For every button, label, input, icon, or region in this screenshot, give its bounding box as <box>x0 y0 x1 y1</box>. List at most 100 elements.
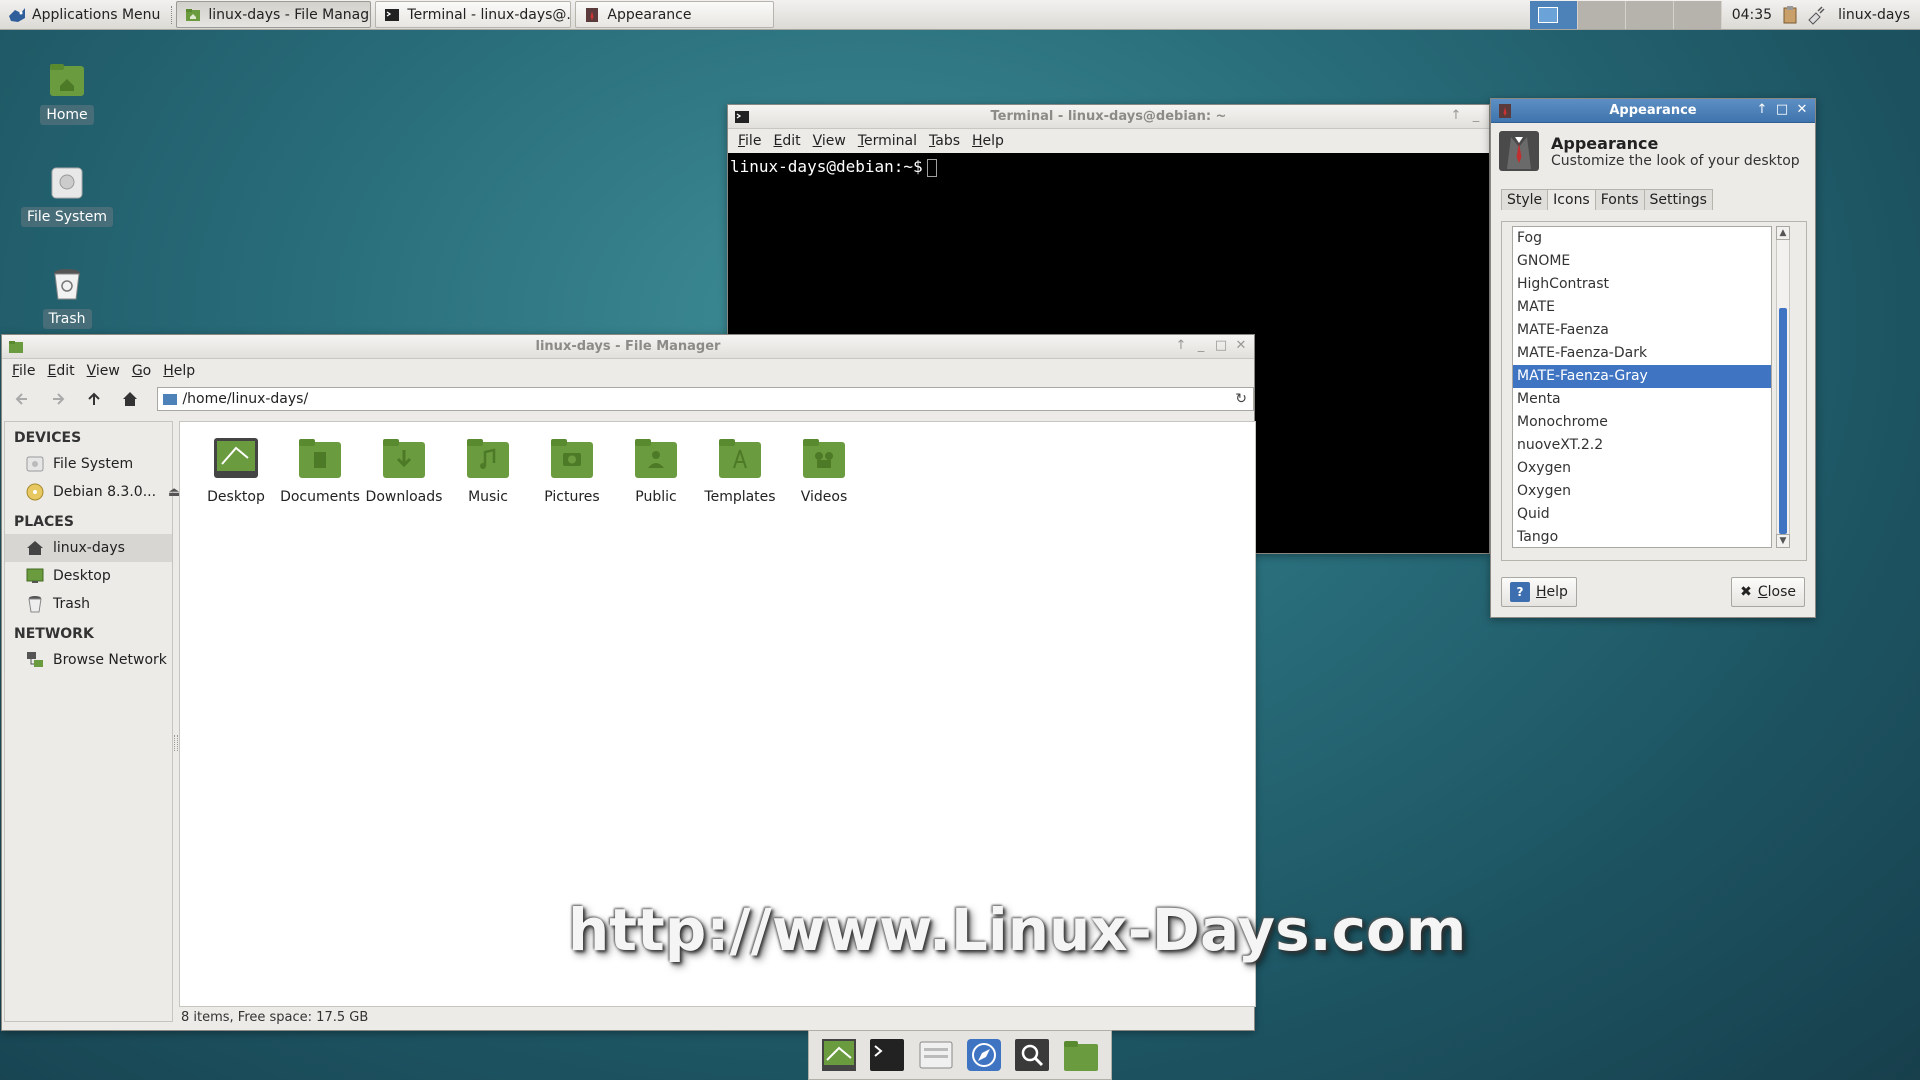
power-plug-icon[interactable] <box>1806 5 1826 25</box>
taskbar-terminal[interactable]: Terminal - linux-days@... <box>375 1 572 28</box>
scroll-down-icon[interactable]: ▼ <box>1776 534 1790 548</box>
desktop-icon-home[interactable]: Home <box>17 60 117 125</box>
icon-list-scrollbar[interactable]: ▲ ▼ <box>1776 226 1790 548</box>
fm-up-arrow-icon[interactable]: ↑ <box>1174 338 1188 354</box>
icon-theme-item[interactable]: HighContrast <box>1513 273 1771 296</box>
folder-documents[interactable]: Documents <box>278 434 362 505</box>
terminal-icon <box>735 111 749 123</box>
folder-downloads[interactable]: Downloads <box>362 434 446 505</box>
icon-theme-item[interactable]: Fog <box>1513 227 1771 250</box>
scroll-track[interactable] <box>1776 240 1790 534</box>
appearance-up-arrow-icon[interactable]: ↑ <box>1755 102 1769 118</box>
terminal-icon[interactable] <box>867 1035 907 1075</box>
appearance-close-icon[interactable]: ✕ <box>1795 102 1809 118</box>
terminal-menu-view[interactable]: View <box>807 133 852 149</box>
icon-theme-item[interactable]: Oxygen <box>1513 457 1771 480</box>
workspace-1[interactable] <box>1529 1 1578 29</box>
sidebar-item-desktop[interactable]: Desktop <box>5 562 172 590</box>
fm-close-icon[interactable]: ✕ <box>1234 338 1248 354</box>
search-icon[interactable] <box>1012 1035 1052 1075</box>
help-button[interactable]: ? Help <box>1501 577 1577 607</box>
terminal-up-arrow-icon[interactable]: ↑ <box>1449 108 1463 124</box>
sidebar-item-linux-days[interactable]: linux-days <box>5 534 172 562</box>
icon-theme-item-selected[interactable]: MATE-Faenza-Gray <box>1513 365 1771 388</box>
terminal-minimize-icon[interactable]: _ <box>1469 108 1483 124</box>
appearance-maximize-icon[interactable]: □ <box>1775 102 1789 118</box>
taskbar-appearance[interactable]: Appearance <box>575 1 775 28</box>
sidebar-item-debian-media[interactable]: Debian 8.3.0... ⏏ <box>5 478 180 506</box>
workspace-4[interactable] <box>1673 1 1722 29</box>
web-browser-icon[interactable] <box>964 1035 1004 1075</box>
folder-videos[interactable]: Videos <box>782 434 866 505</box>
fm-minimize-icon[interactable]: _ <box>1194 338 1208 354</box>
tab-style[interactable]: Style <box>1501 189 1549 210</box>
home-icon[interactable] <box>118 387 142 411</box>
folder-icon[interactable] <box>1061 1035 1101 1075</box>
desktop-icon-file-system[interactable]: File System <box>17 162 117 227</box>
folder-music[interactable]: Music <box>446 434 530 505</box>
reload-icon[interactable]: ↻ <box>1235 391 1247 407</box>
terminal-title: Terminal - linux-days@debian: ~ <box>990 109 1227 124</box>
back-arrow-icon[interactable] <box>10 387 34 411</box>
fm-menu-go[interactable]: Go <box>126 363 157 379</box>
fm-menu-file[interactable]: File <box>6 363 41 379</box>
up-arrow-icon[interactable] <box>82 387 106 411</box>
terminal-menu-help[interactable]: Help <box>966 133 1010 149</box>
file-manager-icon[interactable] <box>916 1035 956 1075</box>
clipboard-icon[interactable] <box>1780 5 1800 25</box>
workspace-2[interactable] <box>1577 1 1626 29</box>
tab-icons[interactable]: Icons <box>1547 189 1596 210</box>
appearance-titlebar[interactable]: Appearance ↑ □ ✕ <box>1491 99 1815 123</box>
desktop-icon-trash[interactable]: Trash <box>17 264 117 329</box>
icon-theme-item[interactable]: MATE-Faenza-Dark <box>1513 342 1771 365</box>
icon-theme-item[interactable]: nuoveXT.2.2 <box>1513 434 1771 457</box>
terminal-menu-edit[interactable]: Edit <box>767 133 806 149</box>
icon-theme-item[interactable]: Oxygen <box>1513 480 1771 503</box>
icon-theme-list[interactable]: Fog GNOME HighContrast MATE MATE-Faenza … <box>1512 226 1772 548</box>
desktop-settings-icon[interactable] <box>819 1035 859 1075</box>
tab-settings[interactable]: Settings <box>1643 189 1713 210</box>
icon-theme-item[interactable]: Tango <box>1513 526 1771 547</box>
sidebar-splitter-handle[interactable] <box>174 735 178 751</box>
icon-theme-item[interactable]: GNOME <box>1513 250 1771 273</box>
fm-maximize-icon[interactable]: □ <box>1214 338 1228 354</box>
sidebar-item-browse-network[interactable]: Browse Network <box>5 646 172 674</box>
home-folder-icon <box>50 64 84 96</box>
icon-theme-item[interactable]: Quid <box>1513 503 1771 526</box>
scroll-thumb[interactable] <box>1779 308 1787 534</box>
folder-desktop[interactable]: Desktop <box>194 434 278 505</box>
close-button-label: Close <box>1757 584 1796 600</box>
panel-clock[interactable]: 04:35 <box>1732 7 1772 23</box>
terminal-menu-file[interactable]: File <box>732 133 767 149</box>
taskbar-file-manager[interactable]: linux-days - File Manager <box>176 1 372 28</box>
folder-public[interactable]: Public <box>614 434 698 505</box>
fm-menu-edit[interactable]: Edit <box>41 363 80 379</box>
terminal-titlebar[interactable]: Terminal - linux-days@debian: ~ ↑ _ <box>728 105 1489 129</box>
panel-user-name[interactable]: linux-days <box>1838 7 1910 23</box>
terminal-menu-tabs[interactable]: Tabs <box>923 133 966 149</box>
appearance-header: Appearance Customize the look of your de… <box>1491 123 1815 179</box>
sidebar-item-file-system[interactable]: File System <box>5 450 172 478</box>
panel-separator <box>171 5 173 24</box>
workspace-3[interactable] <box>1625 1 1674 29</box>
fm-menu-help[interactable]: Help <box>157 363 201 379</box>
terminal-menu-terminal[interactable]: Terminal <box>852 133 923 149</box>
forward-arrow-icon[interactable] <box>46 387 70 411</box>
icon-theme-item[interactable]: MATE <box>1513 296 1771 319</box>
applications-menu-button[interactable]: Applications Menu <box>0 0 168 30</box>
workspace-switcher[interactable] <box>1529 1 1722 29</box>
icon-theme-item[interactable]: Monochrome <box>1513 411 1771 434</box>
fm-menu-view[interactable]: View <box>81 363 126 379</box>
close-button[interactable]: ✖ Close <box>1731 577 1805 607</box>
scroll-up-icon[interactable]: ▲ <box>1776 226 1790 240</box>
folder-pictures[interactable]: Pictures <box>530 434 614 505</box>
icon-theme-item[interactable]: MATE-Faenza <box>1513 319 1771 342</box>
documents-folder-icon <box>299 439 341 478</box>
tab-fonts[interactable]: Fonts <box>1594 189 1645 210</box>
file-manager-titlebar[interactable]: linux-days - File Manager ↑ _ □ ✕ <box>2 335 1254 359</box>
file-manager-title: linux-days - File Manager <box>535 339 721 354</box>
folder-templates[interactable]: Templates <box>698 434 782 505</box>
icon-theme-item[interactable]: Menta <box>1513 388 1771 411</box>
path-bar[interactable]: /home/linux-days/ ↻ <box>157 387 1254 411</box>
sidebar-item-trash[interactable]: Trash <box>5 590 172 618</box>
